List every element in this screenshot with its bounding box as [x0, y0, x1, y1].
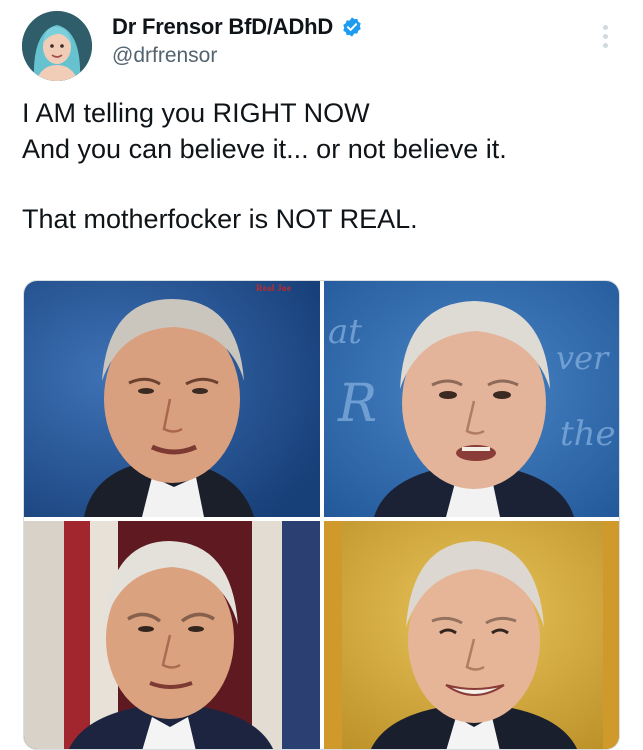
- backdrop-text: at: [328, 312, 362, 352]
- avatar-icon: [22, 11, 92, 81]
- photo-bottom-right[interactable]: [324, 521, 619, 749]
- tweet-line: That motherfocker is NOT REAL.: [22, 204, 418, 234]
- backdrop-text: the: [560, 414, 616, 454]
- more-options-icon[interactable]: [591, 20, 619, 52]
- user-handle[interactable]: @drfrensor: [112, 44, 217, 68]
- backdrop-text: ver: [556, 339, 610, 377]
- media-grid[interactable]: Real Joe at R ver the: [23, 280, 620, 750]
- photo-bottom-left[interactable]: [24, 521, 320, 749]
- display-name[interactable]: Dr Frensor BfD/ADhD: [112, 14, 333, 40]
- tweet-line: I AM telling you RIGHT NOW: [22, 98, 370, 128]
- photo-watermark: Real Joe: [256, 283, 292, 293]
- photo-top-right[interactable]: at R ver the: [324, 281, 619, 517]
- tweet-text: I AM telling you RIGHT NOW And you can b…: [22, 95, 622, 237]
- photo-top-left[interactable]: Real Joe: [24, 281, 320, 517]
- author-name-row[interactable]: Dr Frensor BfD/ADhD: [112, 14, 363, 40]
- profile-avatar[interactable]: [22, 11, 92, 81]
- backdrop-text: R: [337, 374, 377, 434]
- verified-badge-icon: [343, 17, 361, 37]
- tweet-line: And you can believe it... or not believe…: [22, 134, 507, 164]
